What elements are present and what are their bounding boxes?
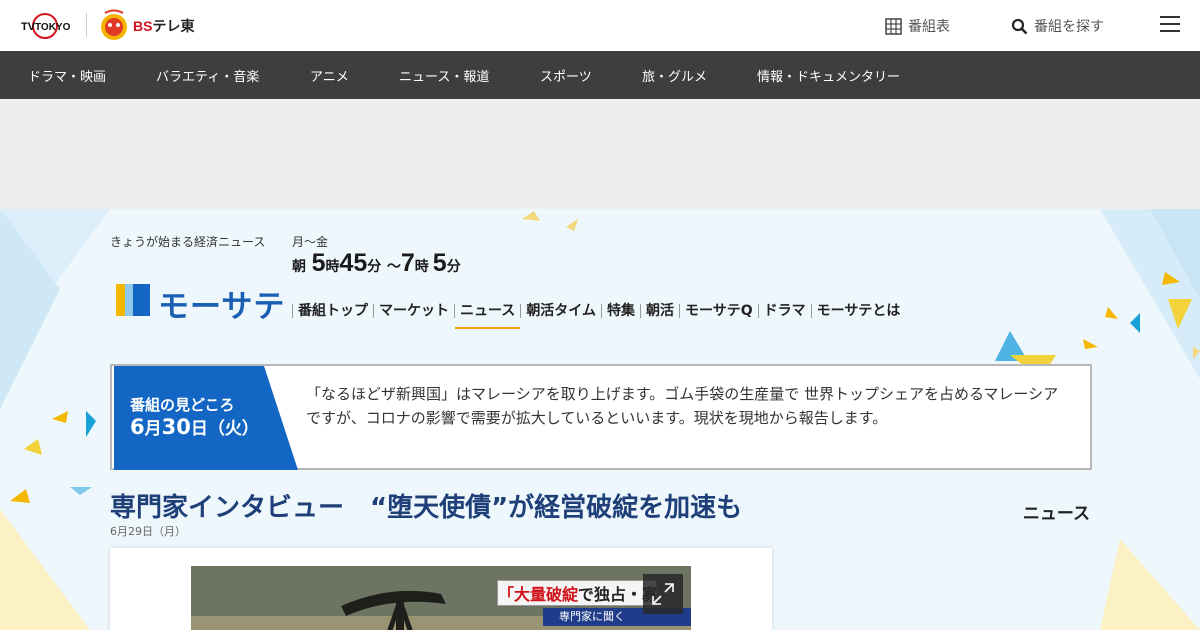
bs-rest: テレ東 <box>152 18 195 34</box>
subnav-asakatsu[interactable]: 朝活 <box>640 304 679 318</box>
subnav-mosate-q[interactable]: モーサテQ <box>679 304 758 318</box>
highlight-description: 「なるほどザ新興国」はマレーシアを取り上げます。ゴム手袋の生産量で 世界トップシ… <box>306 385 1059 427</box>
highlight-month: 6 <box>130 415 145 439</box>
subnav-about[interactable]: モーサテとは <box>810 304 906 318</box>
svg-text:TOKYO: TOKYO <box>35 22 71 33</box>
show-hero: きょうが始まる経済ニュース 月～金 朝 5時45分 ～7時 5分 モーサテ 番組ト… <box>0 209 1200 630</box>
video-caption: 「大量破綻で独占・寡占進む <box>497 580 657 606</box>
program-guide-label: 番組表 <box>908 19 950 35</box>
top-header: TV TOKYO BSテレ東 番組表 番組を探す <box>0 0 1200 51</box>
airtime-separator: ～ <box>386 259 401 275</box>
broadcast-days: 月～金 <box>292 235 329 249</box>
highlight-label: 番組の見どころ 6月30日（火） <box>114 366 298 470</box>
expand-button[interactable] <box>643 574 683 614</box>
subnav-top[interactable]: 番組トップ <box>292 304 373 318</box>
menu-icon[interactable] <box>1160 16 1180 34</box>
genre-item-info[interactable]: 情報・ドキュメンタリー <box>757 66 900 85</box>
logo-divider <box>86 13 87 37</box>
highlight-day-unit: 日 <box>190 419 208 439</box>
highlight-weekday: （火） <box>207 419 259 439</box>
search-label: 番組を探す <box>1034 19 1104 35</box>
search-program-link[interactable]: 番組を探す <box>1011 16 1104 36</box>
highlight-label-text: 番組の見どころ <box>130 396 235 414</box>
genre-item-anime[interactable]: アニメ <box>310 66 349 85</box>
menu-bar <box>1160 30 1180 32</box>
ad-banner-area <box>0 99 1200 209</box>
airtime-start-hour: 5 <box>311 249 326 277</box>
show-subnav: 番組トップ マーケット ニュース 朝活タイム 特集 朝活 モーサテQ ドラマ モ… <box>292 304 906 329</box>
genre-item-variety[interactable]: バラエティ・音楽 <box>156 66 259 85</box>
show-logo-mark-icon <box>116 284 150 316</box>
subnav-feature[interactable]: 特集 <box>601 304 640 318</box>
airtime-minute-unit: 分 <box>367 259 382 275</box>
highlight-month-unit: 月 <box>144 419 162 439</box>
bs-prefix: BS <box>133 18 153 34</box>
caption-red-text: 「大量破綻 <box>498 585 579 604</box>
program-highlight: 番組の見どころ 6月30日（火） 「なるほどザ新興国」はマレーシアを取り上げます… <box>110 364 1092 470</box>
article-date: 6月29日（月） <box>110 525 186 538</box>
search-icon <box>1011 18 1028 34</box>
genre-item-news[interactable]: ニュース・報道 <box>399 66 489 85</box>
subnav-market[interactable]: マーケット <box>373 304 454 318</box>
broadcast-time: 朝 5時45分 ～7時 5分 <box>292 249 461 278</box>
highlight-date: 6月30日（火） <box>130 414 259 439</box>
expand-icon <box>652 583 674 605</box>
video-thumbnail[interactable]: 「大量破綻で独占・寡占進む 専門家に聞く <box>191 566 691 630</box>
grid-icon <box>885 17 902 35</box>
bs-logo-text: BSテレ東 <box>133 16 194 36</box>
article-title: 専門家インタビュー “堕天使債”が経営破綻を加速も <box>110 493 743 523</box>
subnav-drama[interactable]: ドラマ <box>757 304 811 318</box>
subnav-news[interactable]: ニュース <box>454 304 521 329</box>
genre-item-travel[interactable]: 旅・グルメ <box>642 66 707 85</box>
show-logo-text: モーサテ <box>158 289 286 325</box>
video-card: 「大量破綻で独占・寡占進む 専門家に聞く <box>110 548 772 630</box>
genre-item-sports[interactable]: スポーツ <box>540 66 592 85</box>
airtime-minute-unit: 分 <box>446 259 461 275</box>
menu-bar <box>1160 16 1180 18</box>
genre-item-drama[interactable]: ドラマ・映画 <box>28 66 106 85</box>
menu-bar <box>1160 23 1180 25</box>
svg-text:TV: TV <box>21 21 36 33</box>
genre-nav: ドラマ・映画 バラエティ・音楽 アニメ ニュース・報道 スポーツ 旅・グルメ 情… <box>0 51 1200 99</box>
article-category[interactable]: ニュース <box>1023 499 1090 524</box>
program-guide-link[interactable]: 番組表 <box>885 16 950 36</box>
airtime-hour-unit: 時 <box>325 259 340 275</box>
highlight-day: 30 <box>161 415 191 439</box>
airtime-end-minute: 5 <box>432 249 447 277</box>
show-logo[interactable]: モーサテ <box>114 281 284 325</box>
airtime-prefix: 朝 <box>292 259 306 275</box>
bs-mascot-icon <box>101 9 127 40</box>
show-tagline: きょうが始まる経済ニュース <box>110 235 266 249</box>
subnav-asakatsu-time[interactable]: 朝活タイム <box>520 304 601 318</box>
bs-teletou-logo[interactable]: BSテレ東 <box>97 8 194 42</box>
airtime-hour-unit: 時 <box>414 259 429 275</box>
airtime-start-minute: 45 <box>339 249 368 277</box>
tvtokyo-logo[interactable]: TV TOKYO <box>20 10 76 40</box>
airtime-end-hour: 7 <box>400 249 415 277</box>
